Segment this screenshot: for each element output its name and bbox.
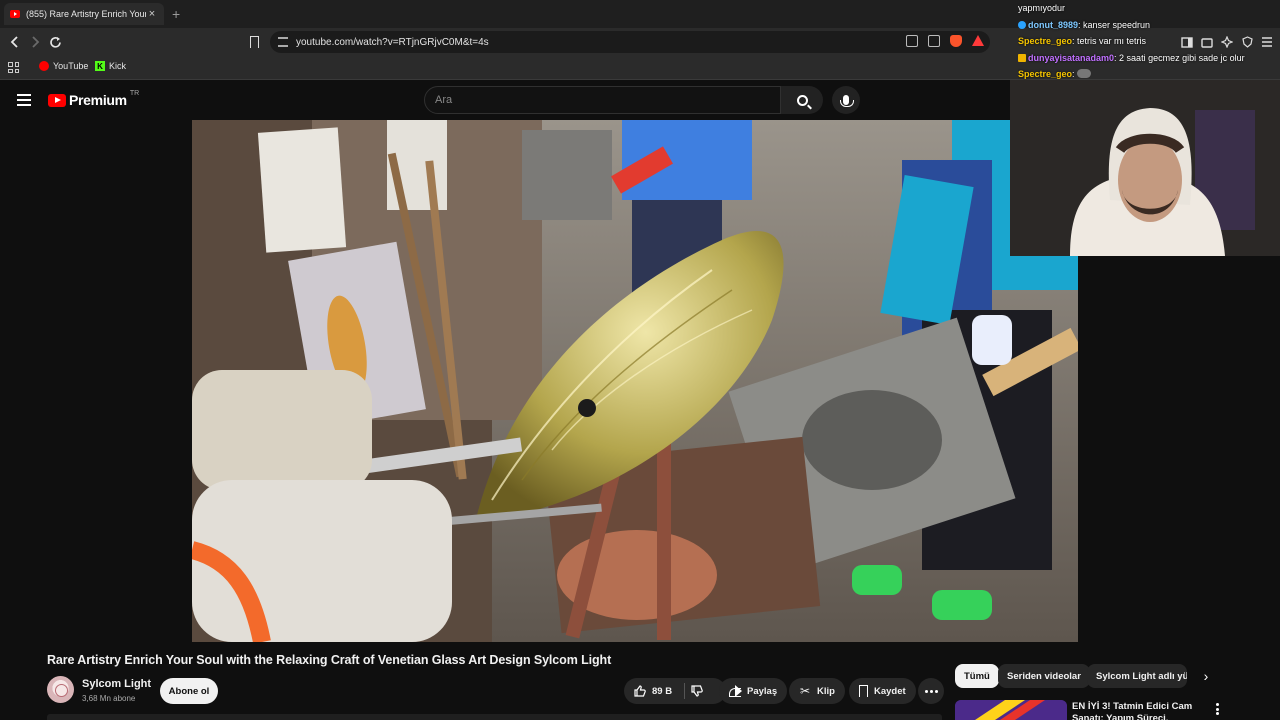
bookmark-label: YouTube <box>53 61 89 71</box>
clip-label: Klip <box>817 685 835 697</box>
search-icon <box>796 94 808 106</box>
video-title: Rare Artistry Enrich Your Soul with the … <box>47 653 612 667</box>
share-button[interactable]: Paylaş <box>719 678 788 704</box>
chat-username: donut_8989 <box>1028 19 1079 30</box>
search-input[interactable]: Ara <box>424 86 781 114</box>
like-dislike-group: 89 B <box>624 678 726 704</box>
logo-text: Premium <box>69 92 127 108</box>
kick-icon: K <box>95 61 105 71</box>
site-info-icon[interactable] <box>278 37 288 47</box>
chip-series[interactable]: Seriden videolar <box>998 664 1090 688</box>
chat-username: Spectre_geo <box>1018 36 1073 46</box>
bookmark-icon <box>859 685 868 697</box>
reload-icon[interactable] <box>46 33 64 51</box>
chat-text: : <box>1072 69 1075 79</box>
chat-message: yapmıyodur <box>1018 0 1274 17</box>
scissors-icon: ✂ <box>799 684 811 698</box>
more-actions-button[interactable] <box>918 678 944 704</box>
chat-text: : 2 saati gecmez gibi sade jc olur <box>1114 52 1245 63</box>
browser-tab[interactable]: (855) Rare Artistry Enrich Your Soul wit… <box>4 3 164 25</box>
youtube-favicon-icon <box>10 10 20 18</box>
bookmark-label: Kick <box>109 61 127 71</box>
chat-text: : tetris var mı tetris <box>1072 36 1147 46</box>
region-code: TR <box>129 89 140 97</box>
chat-message: donut_8989: kanser speedrun <box>1018 17 1274 34</box>
save-button[interactable]: Kaydet <box>849 678 916 704</box>
emote-icon <box>1077 69 1092 78</box>
chip-all[interactable]: Tümü <box>955 664 999 688</box>
stream-chat-overlay: yapmıyodur donut_8989: kanser speedrun S… <box>1012 0 1280 80</box>
bookmark-kick[interactable]: K Kick <box>95 61 126 71</box>
chat-text: : kanser speedrun <box>1078 19 1151 30</box>
tab-close-icon[interactable]: × <box>146 8 158 20</box>
forward-icon[interactable] <box>26 33 44 51</box>
description-box-edge <box>47 714 942 720</box>
tab-title: (855) Rare Artistry Enrich Your Soul wit… <box>26 9 146 19</box>
channel-avatar[interactable] <box>47 676 74 703</box>
chat-text: yapmıyodur <box>1018 3 1066 13</box>
divider <box>684 683 686 699</box>
channel-name[interactable]: Sylcom Light <box>82 678 151 690</box>
recommendation-title[interactable]: EN İYİ 3! Tatmin Edici Cam Sanatı: Yapım… <box>1072 701 1202 720</box>
youtube-icon <box>39 61 49 71</box>
chat-crown-badge-icon <box>1018 53 1026 62</box>
chat-badge-icon <box>1018 20 1026 29</box>
chat-message: dunyayisatanadam0: 2 saati gecmez gibi s… <box>1018 50 1274 67</box>
guide-menu-icon[interactable] <box>17 94 31 106</box>
apps-grid-icon[interactable] <box>8 62 19 73</box>
back-icon[interactable] <box>6 33 24 51</box>
chevron-right-icon[interactable]: › <box>1198 668 1214 684</box>
share-page-icon[interactable] <box>928 35 940 47</box>
new-tab-button[interactable]: + <box>172 6 180 22</box>
address-bar[interactable]: youtube.com/watch?v=RTjnGRjvC0M&t=4s <box>270 31 990 53</box>
recommendation-thumbnail[interactable] <box>955 700 1067 720</box>
subscriber-count: 3,68 Mn abone <box>82 694 136 703</box>
brave-rewards-icon[interactable] <box>972 35 984 46</box>
brave-shield-icon[interactable] <box>950 35 962 47</box>
clip-button[interactable]: ✂ Klip <box>789 678 845 704</box>
share-label: Paylaş <box>747 685 778 697</box>
youtube-play-icon <box>48 93 66 107</box>
voice-search-button[interactable] <box>832 86 860 114</box>
thumbs-up-icon[interactable] <box>634 685 646 697</box>
save-label: Kaydet <box>874 685 906 697</box>
bookmark-page-icon[interactable] <box>250 36 259 48</box>
video-player[interactable] <box>192 120 1078 642</box>
streamer-webcam <box>1010 80 1280 256</box>
microphone-icon <box>840 95 854 107</box>
webcam-overlay <box>1010 80 1280 256</box>
chat-message: Spectre_geo: tetris var mı tetris <box>1018 33 1274 50</box>
share-icon <box>729 685 742 697</box>
like-count[interactable]: 89 B <box>652 686 672 697</box>
bookmark-youtube[interactable]: YouTube <box>39 61 88 71</box>
recommendation-menu-icon[interactable] <box>1210 702 1224 716</box>
subscribe-button[interactable]: Abone ol <box>160 678 218 704</box>
thumbnail-image <box>955 700 1067 720</box>
youtube-premium-logo[interactable]: Premium TR <box>48 89 140 108</box>
thumbs-down-icon[interactable] <box>691 685 703 697</box>
install-app-icon[interactable] <box>906 35 918 47</box>
search-button[interactable] <box>781 86 823 114</box>
chat-username: Spectre_geo <box>1018 69 1073 79</box>
chip-uploads[interactable]: Sylcom Light adlı yük <box>1087 664 1187 688</box>
video-frame <box>192 120 1078 642</box>
url-text: youtube.com/watch?v=RTjnGRjvC0M&t=4s <box>296 36 489 48</box>
chat-username: dunyayisatanadam0 <box>1028 52 1115 63</box>
